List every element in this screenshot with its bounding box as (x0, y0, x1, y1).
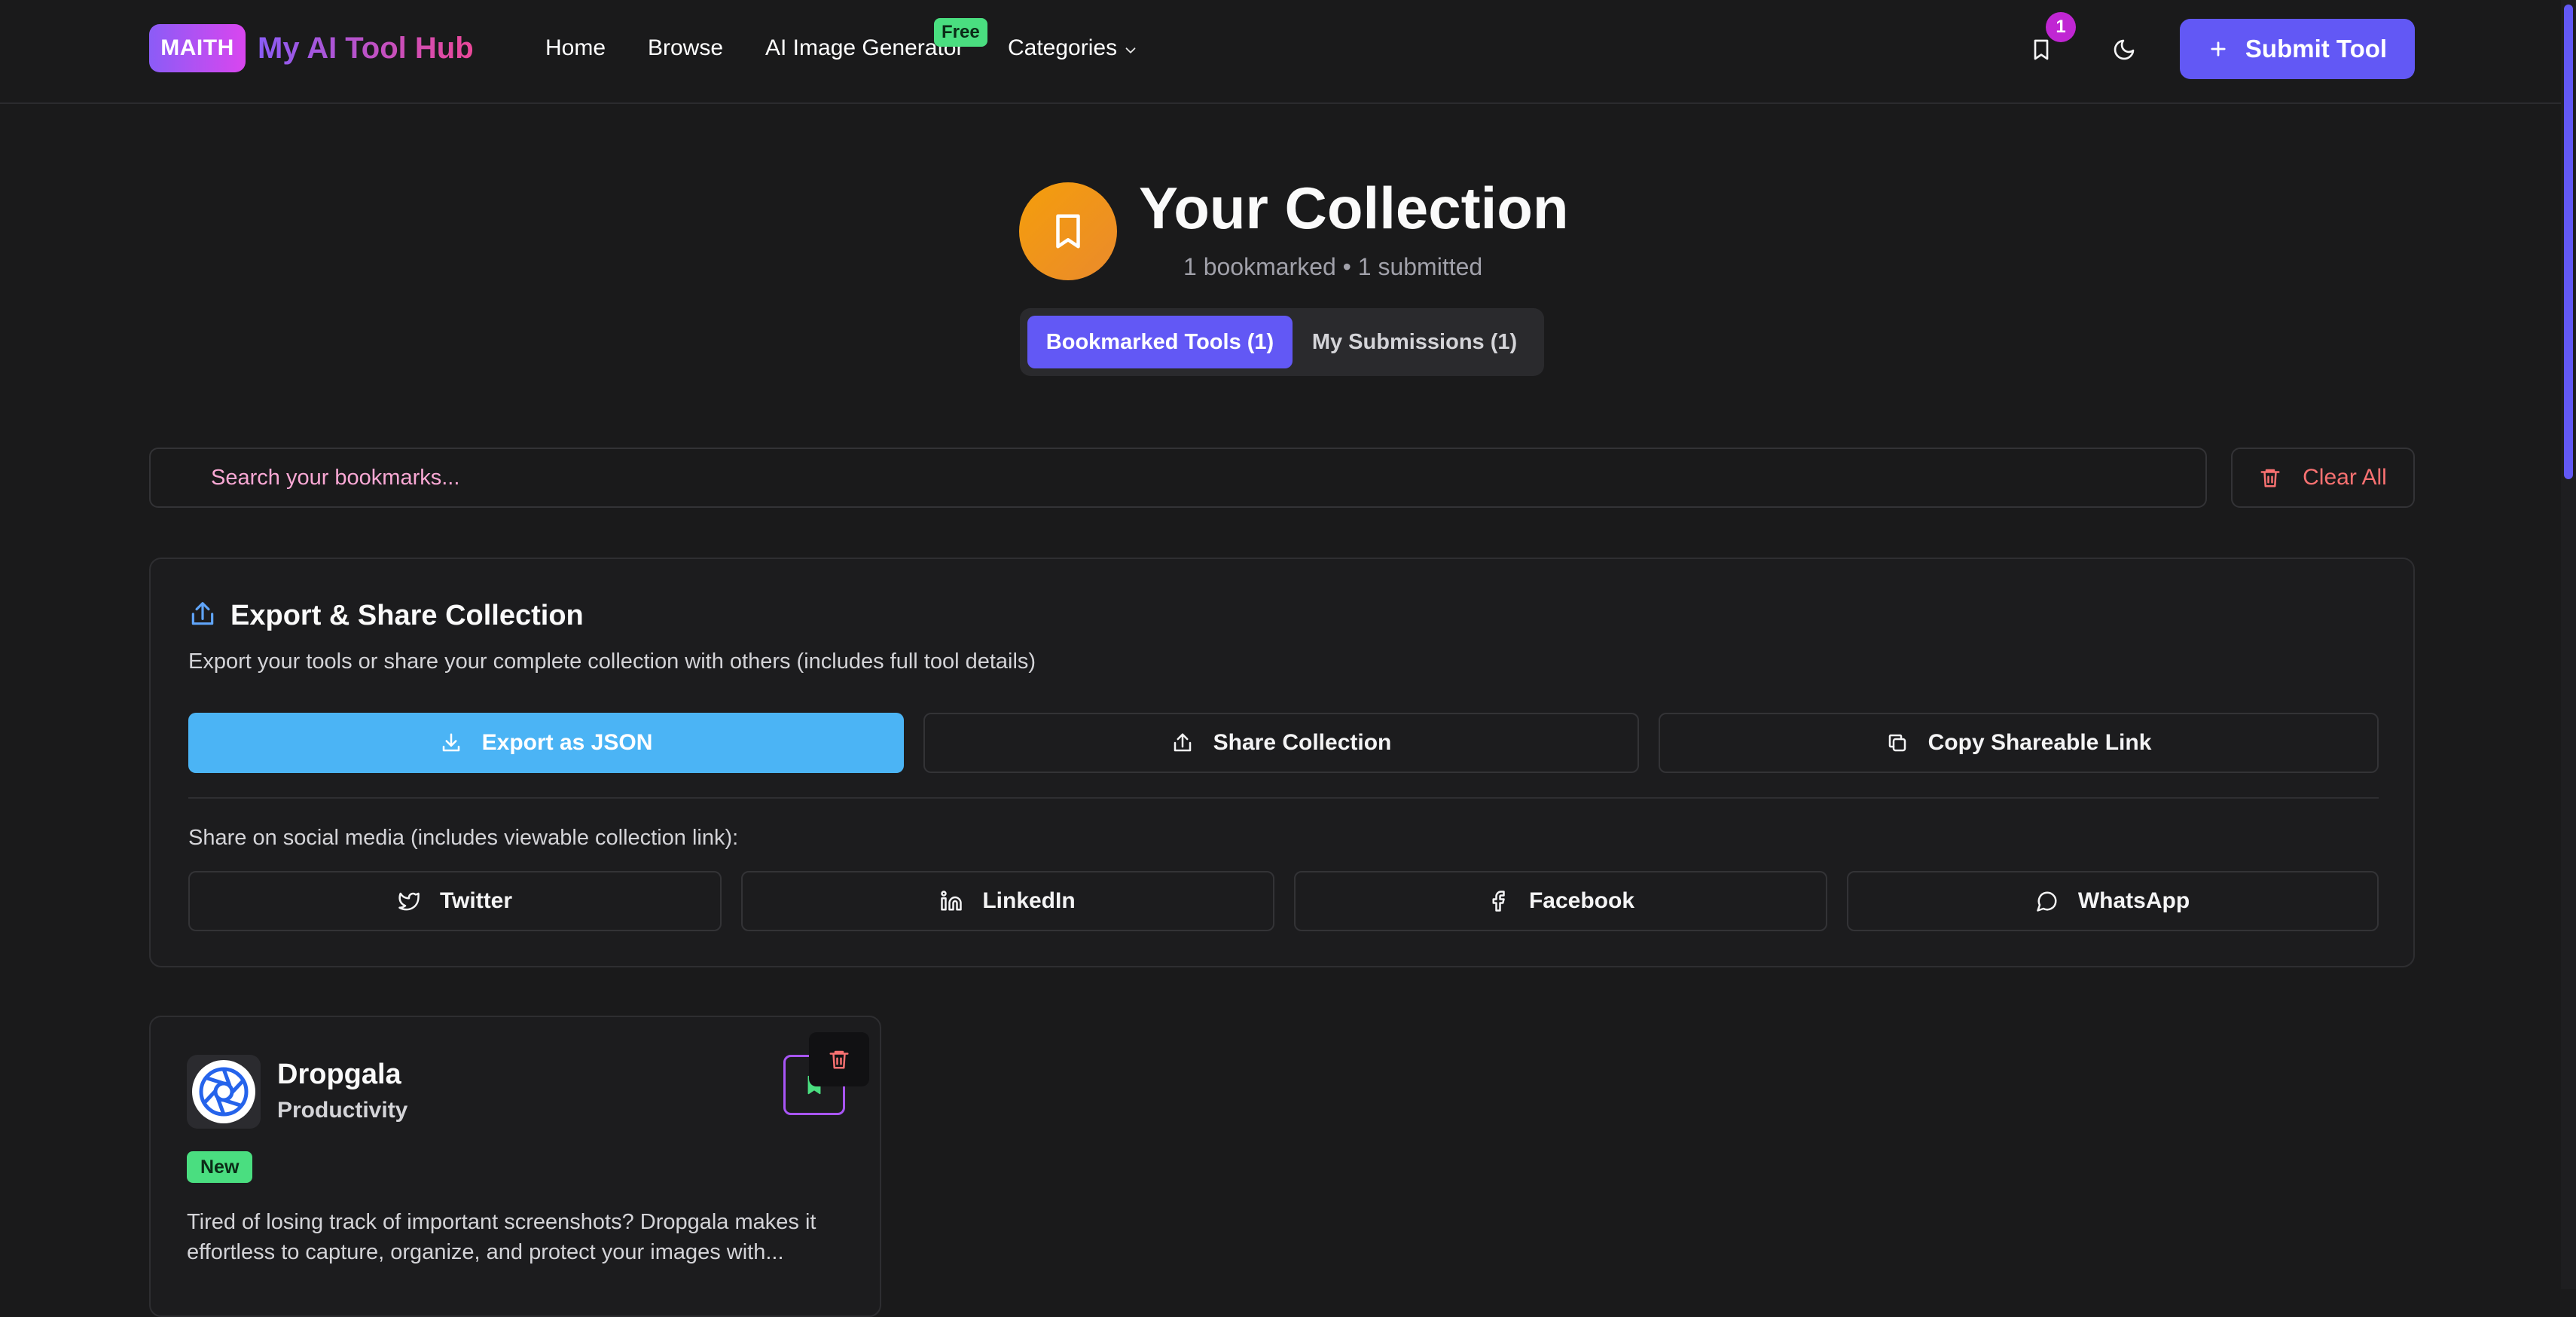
bookmark-count-badge: 1 (2046, 12, 2076, 42)
tab-bookmarked-tools[interactable]: Bookmarked Tools (1) (1027, 316, 1293, 368)
collection-stats: 1 bookmarked • 1 submitted (1183, 253, 1483, 280)
clear-all-button[interactable]: Clear All (2231, 448, 2415, 508)
free-badge: Free (934, 18, 987, 47)
copy-link-label: Copy Shareable Link (1927, 730, 2152, 755)
whatsapp-label: WhatsApp (2077, 888, 2190, 913)
bookmark-icon (1048, 211, 1088, 252)
tool-card[interactable]: Dropgala Productivity New Tired of losin… (149, 1016, 881, 1317)
export-description: Export your tools or share your complete… (188, 649, 1036, 674)
logo-badge[interactable]: MAITH (149, 24, 246, 72)
share-whatsapp-button[interactable]: WhatsApp (1847, 871, 2379, 931)
page-title: Your Collection (1139, 175, 1569, 241)
copy-link-button[interactable]: Copy Shareable Link (1659, 713, 2379, 773)
trash-icon (828, 1048, 850, 1071)
download-icon (440, 732, 462, 754)
twitter-icon (398, 890, 420, 912)
copy-icon (1886, 732, 1909, 754)
brand-name[interactable]: My AI Tool Hub (258, 26, 474, 71)
collection-bookmark-badge (1019, 182, 1117, 280)
export-title: Export & Share Collection (230, 600, 584, 631)
collection-tabs: Bookmarked Tools (1) My Submissions (1) (1020, 308, 1544, 376)
bookmark-icon (2029, 38, 2053, 62)
moon-icon (2112, 38, 2136, 62)
plus-icon (2208, 38, 2229, 60)
facebook-icon (1487, 890, 1509, 912)
linkedin-label: LinkedIn (982, 888, 1076, 913)
new-badge: New (187, 1151, 253, 1183)
tool-logo (187, 1055, 261, 1129)
tab-my-submissions[interactable]: My Submissions (1) (1293, 316, 1537, 368)
top-navbar: MAITH My AI Tool Hub Home Browse AI Imag… (0, 0, 2576, 104)
export-json-button[interactable]: Export as JSON (188, 713, 904, 773)
share-collection-label: Share Collection (1213, 730, 1392, 755)
submit-tool-label: Submit Tool (2245, 35, 2388, 63)
tool-description: Tired of losing track of important scree… (187, 1210, 816, 1264)
bookmark-search-input[interactable]: Search your bookmarks... (149, 448, 2207, 508)
tool-name[interactable]: Dropgala (277, 1056, 401, 1092)
export-share-panel: Export & Share Collection Export your to… (149, 558, 2415, 967)
export-json-label: Export as JSON (481, 730, 653, 755)
share-icon (1171, 732, 1194, 754)
share-twitter-button[interactable]: Twitter (188, 871, 722, 931)
facebook-label: Facebook (1528, 888, 1635, 913)
clear-all-label: Clear All (2303, 465, 2387, 490)
nav-home[interactable]: Home (545, 33, 606, 63)
nav-categories[interactable]: Categories (1008, 33, 1117, 63)
tool-category: Productivity (277, 1098, 408, 1123)
share-collection-button[interactable]: Share Collection (923, 713, 1639, 773)
chevron-down-icon[interactable] (1122, 42, 1139, 59)
twitter-label: Twitter (439, 888, 513, 913)
linkedin-icon (940, 890, 963, 912)
whatsapp-icon (2036, 890, 2059, 912)
share-facebook-button[interactable]: Facebook (1294, 871, 1827, 931)
share-linkedin-button[interactable]: LinkedIn (741, 871, 1274, 931)
tool-remove-button[interactable] (809, 1032, 869, 1086)
nav-browse[interactable]: Browse (648, 33, 723, 63)
social-share-label: Share on social media (includes viewable… (188, 826, 739, 850)
scrollbar-thumb[interactable] (2564, 5, 2573, 479)
divider (188, 797, 2379, 799)
submit-tool-button[interactable]: Submit Tool (2180, 19, 2415, 79)
theme-toggle-button[interactable] (2101, 29, 2147, 71)
share-icon (188, 600, 217, 628)
trash-icon (2259, 466, 2281, 489)
